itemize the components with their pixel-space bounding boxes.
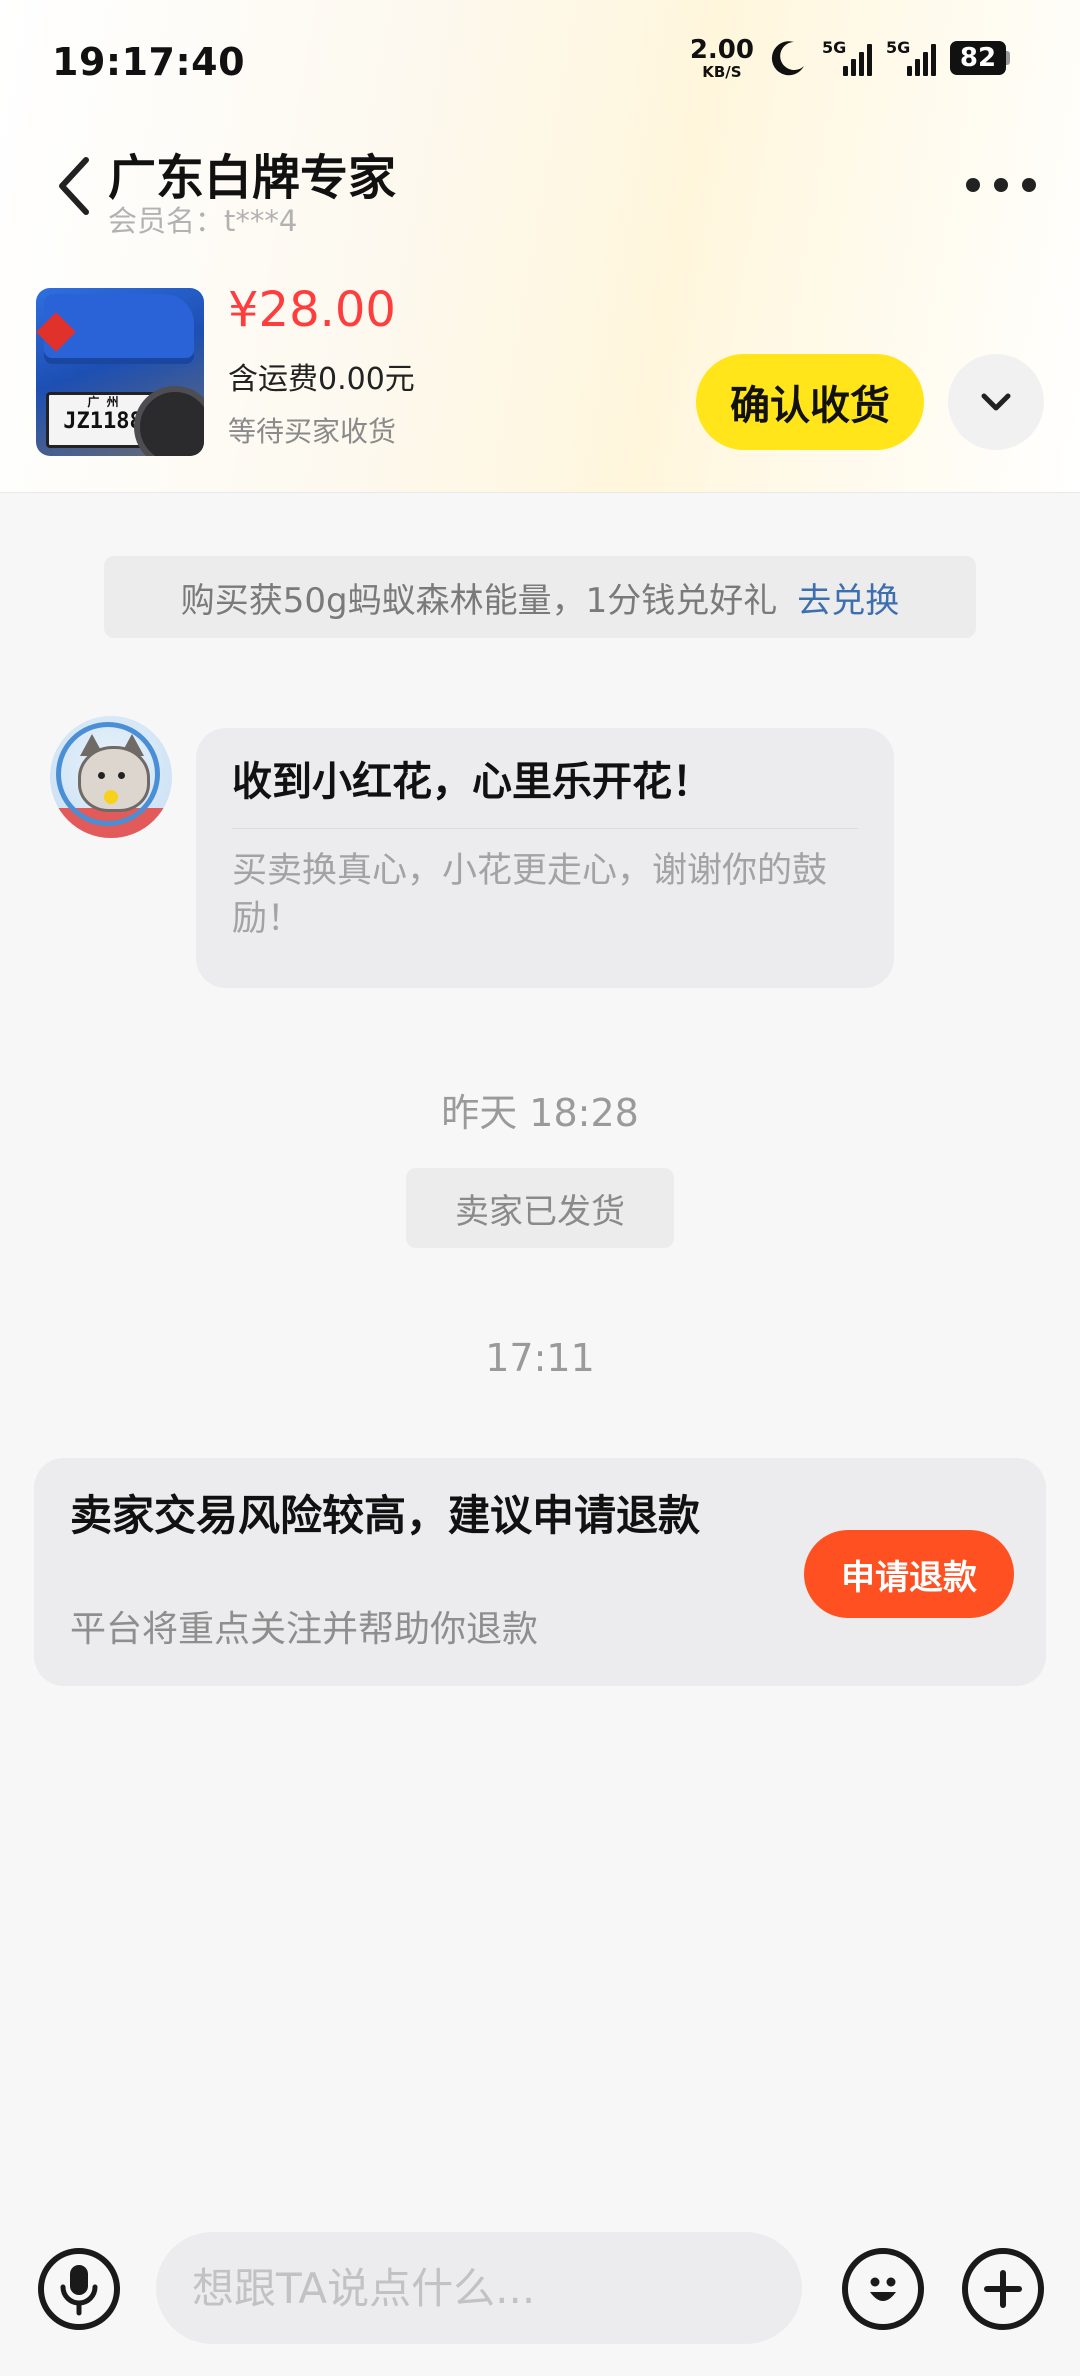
flower-card-body: 买卖换真心，小花更走心，谢谢你的鼓励！ <box>232 851 828 939</box>
microphone-icon <box>60 2265 98 2316</box>
moon-icon <box>771 41 804 76</box>
system-message: 卖家已发货 <box>406 1168 674 1248</box>
battery-level: 82 <box>950 41 1006 75</box>
promo-banner: 购买获50g蚂蚁森林能量，1分钱兑好礼 去兑换 <box>104 556 976 638</box>
confirm-receipt-button[interactable]: 确认收货 <box>696 354 924 450</box>
network-speed: 2.00 KB/S <box>690 37 754 80</box>
shipping-fee: 含运费0.00元 <box>228 362 415 397</box>
network-speed-unit: KB/S <box>702 62 742 81</box>
divider <box>232 828 858 829</box>
promo-redeem-link[interactable]: 去兑换 <box>797 573 899 622</box>
signal-icon-sim2: 5G <box>886 36 936 80</box>
request-refund-button[interactable]: 申请退款 <box>804 1530 1014 1618</box>
flower-card-title: 收到小红花，心里乐开花！ <box>232 759 712 805</box>
plus-icon <box>984 2270 1022 2308</box>
status-indicators: 2.00 KB/S 5G 5G 82 <box>690 36 1010 80</box>
chevron-left-icon <box>59 157 89 215</box>
member-name: 会员名：t***4 <box>108 204 298 238</box>
risk-warning-title: 卖家交易风险较高，建议申请退款 <box>70 1491 701 1540</box>
chat-header: 广东白牌专家 会员名：t***4 <box>0 126 1080 246</box>
timestamp: 昨天 18:28 <box>441 1091 639 1135</box>
more-options-button[interactable] <box>966 170 1036 200</box>
risk-warning-description: 平台将重点关注并帮助你退款 <box>70 1609 539 1650</box>
order-status: 等待买家收货 <box>228 415 397 448</box>
chevron-down-icon <box>981 393 1011 411</box>
message-composer <box>0 2220 1080 2356</box>
battery-icon: 82 <box>950 41 1010 75</box>
avatar[interactable] <box>50 716 172 838</box>
message-input[interactable] <box>156 2232 802 2344</box>
order-card[interactable]: 广 州 JZ1188 ¥28.00 含运费0.00元 等待买家收货 确认收货 <box>0 270 1080 480</box>
expand-order-button[interactable] <box>948 354 1044 450</box>
more-dots-icon <box>966 178 980 192</box>
network-speed-value: 2.00 <box>689 34 754 65</box>
flower-message-card[interactable]: 收到小红花，心里乐开花！ 买卖换真心，小花更走心，谢谢你的鼓励！ <box>196 728 894 988</box>
more-actions-button[interactable] <box>962 2248 1044 2330</box>
risk-warning-card: 卖家交易风险较高，建议申请退款 平台将重点关注并帮助你退款 申请退款 <box>34 1458 1046 1686</box>
promo-text: 购买获50g蚂蚁森林能量，1分钱兑好礼 <box>180 580 778 621</box>
signal-icon-sim1: 5G <box>822 36 872 80</box>
product-price: ¥28.00 <box>228 282 396 338</box>
back-button[interactable] <box>44 154 104 218</box>
timestamp: 17:11 <box>485 1336 595 1380</box>
voice-input-button[interactable] <box>38 2248 120 2330</box>
emoji-button[interactable] <box>842 2248 924 2330</box>
status-time: 19:17:40 <box>52 40 246 84</box>
product-thumbnail[interactable]: 广 州 JZ1188 <box>36 288 204 456</box>
smiley-icon <box>870 2277 896 2301</box>
status-bar: 19:17:40 2.00 KB/S 5G 5G 82 <box>0 0 1080 126</box>
